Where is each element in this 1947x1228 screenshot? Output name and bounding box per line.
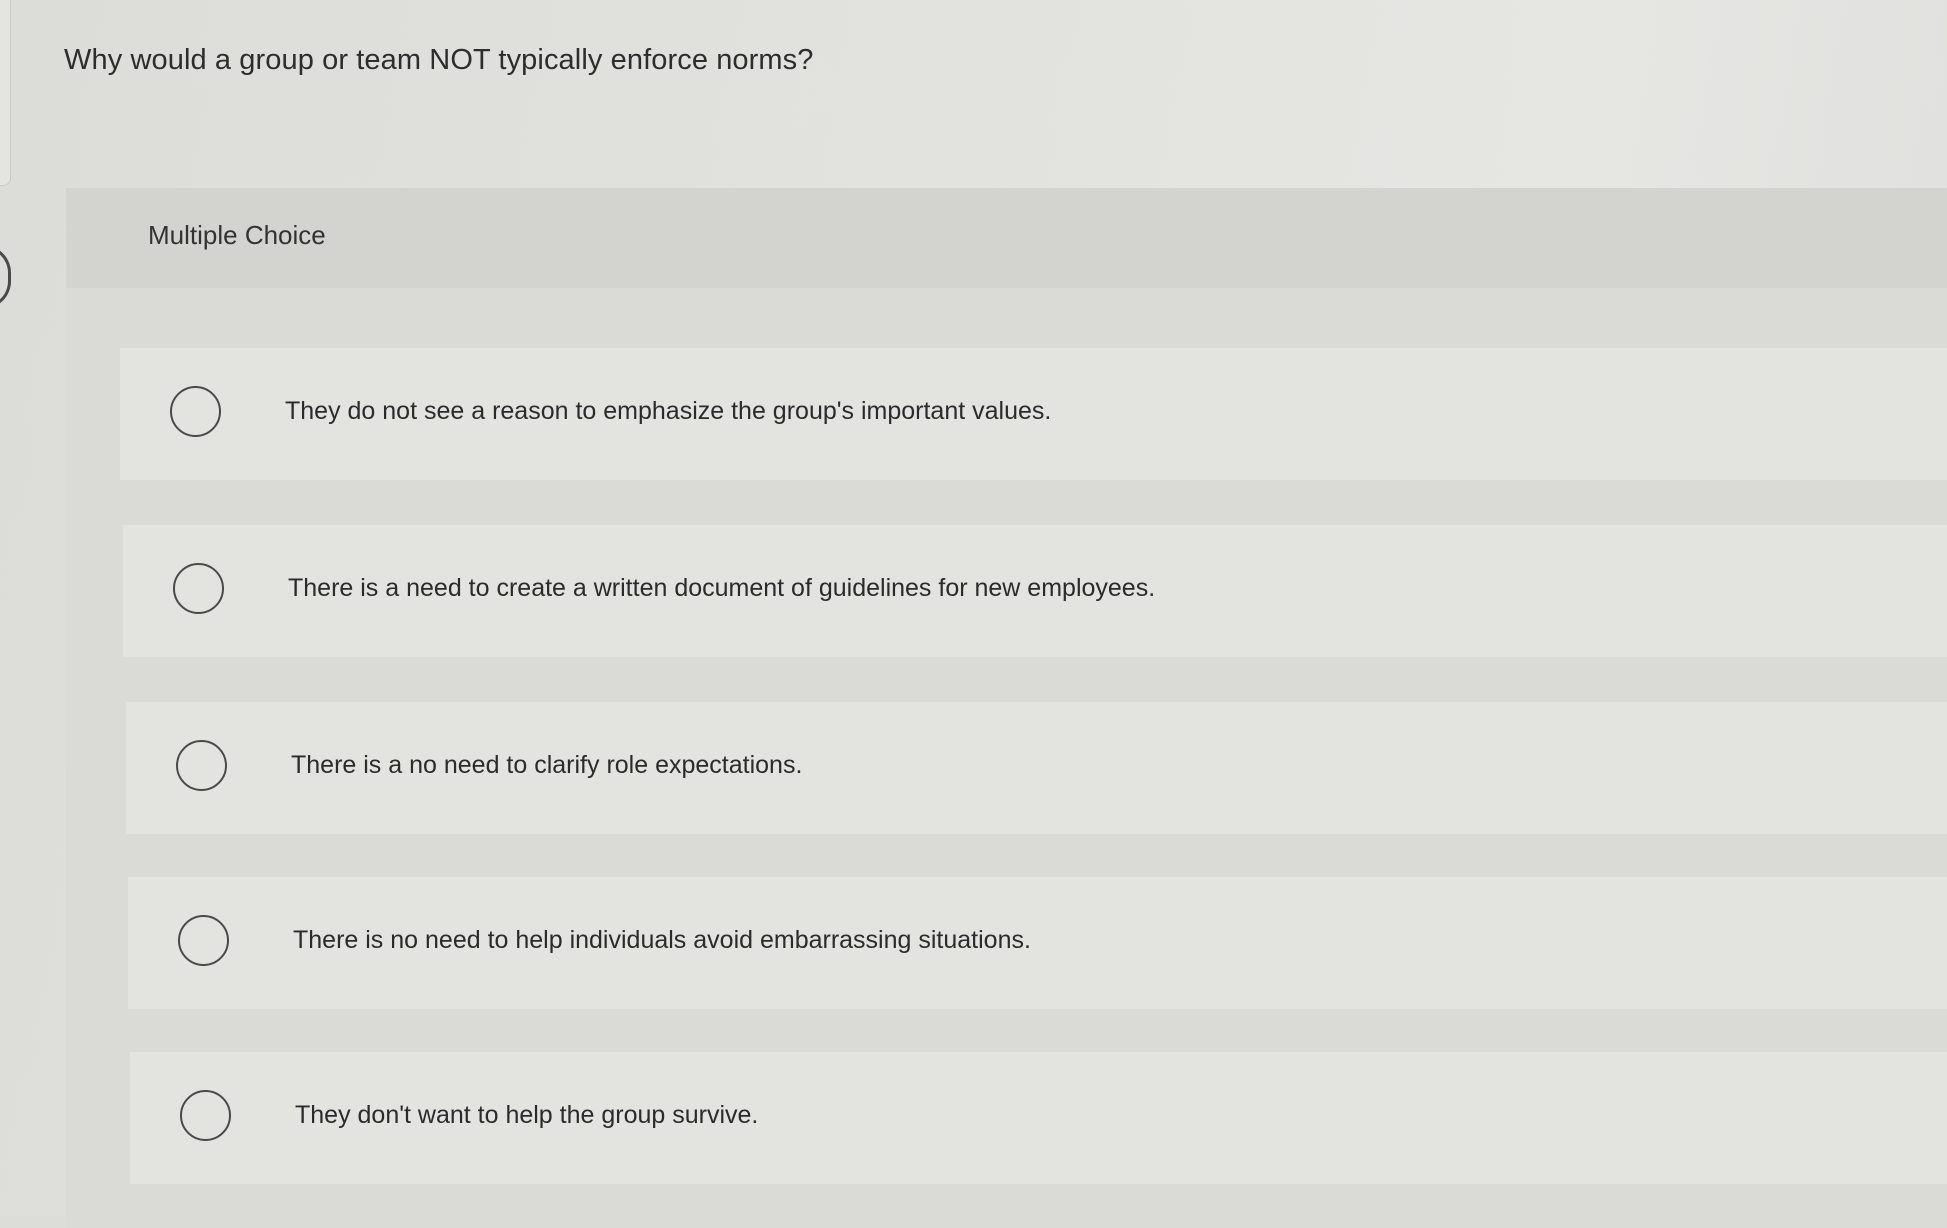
choice-option-text: There is a need to create a written docu…	[288, 574, 1156, 602]
choice-option-1[interactable]: They do not see a reason to emphasize th…	[120, 348, 1947, 480]
radio-button[interactable]	[180, 1090, 231, 1141]
side-panel-toggle[interactable]	[0, 245, 11, 309]
choice-option-text: They do not see a reason to emphasize th…	[285, 397, 1052, 425]
choice-option-2[interactable]: There is a need to create a written docu…	[123, 525, 1947, 657]
radio-button[interactable]	[173, 563, 224, 614]
radio-button[interactable]	[170, 386, 221, 437]
choice-option-3[interactable]: There is a no need to clarify role expec…	[126, 702, 1947, 834]
choice-option-5[interactable]: They don't want to help the group surviv…	[130, 1052, 1947, 1184]
left-edge-panel	[0, 0, 11, 186]
radio-button[interactable]	[176, 740, 227, 791]
choice-option-4[interactable]: There is no need to help individuals avo…	[128, 877, 1947, 1009]
radio-button[interactable]	[178, 915, 229, 966]
multiple-choice-label: Multiple Choice	[148, 220, 326, 250]
question-text: Why would a group or team NOT typically …	[64, 44, 814, 76]
multiple-choice-card: Multiple Choice They do not see a reason…	[66, 188, 1947, 1228]
multiple-choice-header: Multiple Choice	[66, 188, 1947, 288]
choice-option-text: There is a no need to clarify role expec…	[291, 751, 803, 779]
choice-option-text: They don't want to help the group surviv…	[295, 1101, 759, 1129]
choice-option-text: There is no need to help individuals avo…	[293, 926, 1031, 954]
